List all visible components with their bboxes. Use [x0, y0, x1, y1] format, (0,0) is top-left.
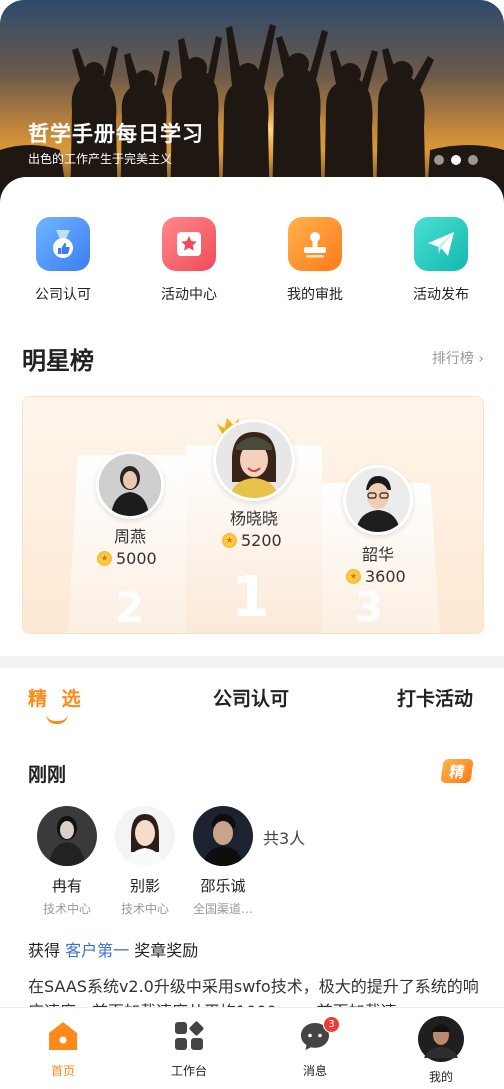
quick-entry-row: 公司认可 活动中心 我的审批 活动发布 — [0, 217, 504, 304]
award-medal-link[interactable]: 客户第一 — [65, 941, 129, 960]
paper-plane-icon — [414, 217, 468, 271]
rank-number: 2 — [115, 583, 145, 632]
awardee-name: 冉有 — [51, 877, 82, 895]
star-calendar-icon — [162, 217, 216, 271]
score-value: 5200 — [241, 531, 282, 550]
awardee[interactable]: 冉有 技术中心 — [28, 806, 106, 917]
ranker-name: 韶华 — [361, 545, 394, 564]
stamp-icon — [288, 217, 342, 271]
score-value: 3600 — [365, 567, 406, 586]
nav-workbench[interactable]: 工作台 — [126, 1008, 252, 1089]
awardee-department: 技术中心 — [120, 902, 169, 916]
quick-entry-activity-center[interactable]: 活动中心 — [126, 217, 252, 304]
avatar[interactable] — [343, 465, 413, 535]
user-avatar — [418, 1016, 464, 1066]
rank-number: 1 — [231, 565, 270, 630]
ranker-score: ★ 5000 — [97, 549, 157, 568]
avatar — [115, 806, 175, 866]
nav-label: 首页 — [50, 1064, 75, 1078]
award-suffix: 奖章奖励 — [134, 941, 199, 960]
nav-messages[interactable]: 3 消息 — [252, 1008, 378, 1089]
carousel-dot[interactable] — [468, 155, 478, 165]
nav-label: 我的 — [428, 1070, 453, 1084]
awardee-count: 共3人 — [263, 829, 306, 848]
workbench-grid-icon — [173, 1020, 205, 1056]
awardee[interactable]: 别影 技术中心 — [106, 806, 184, 917]
nav-label: 工作台 — [170, 1064, 207, 1078]
banner-subtitle: 出色的工作产生于完美主义 — [28, 152, 173, 166]
feed-timestamp: 刚刚 — [28, 764, 67, 786]
banner-title: 哲学手册每日学习 — [28, 122, 204, 146]
carousel-dot-active[interactable] — [451, 155, 461, 165]
rank-number: 3 — [355, 585, 383, 631]
coin-icon: ★ — [346, 569, 361, 584]
quick-entry-my-approval[interactable]: 我的审批 — [252, 217, 378, 304]
awardee-list: 冉有 技术中心 别影 技术中心 邵乐诚 全国渠道… — [28, 806, 262, 917]
carousel-dot[interactable] — [434, 155, 444, 165]
leaderboard-link[interactable]: 排行榜 › — [432, 348, 484, 368]
quick-entry-label: 公司认可 — [35, 287, 91, 303]
medal-thumbs-up-icon — [36, 217, 90, 271]
awardee-name: 别影 — [129, 877, 160, 895]
nav-profile[interactable]: 我的 — [378, 1008, 504, 1089]
coin-icon: ★ — [97, 551, 112, 566]
feed-tabs: 精 选 公司认可 打卡活动 — [0, 684, 504, 724]
star-board-title: 明星榜 — [22, 347, 94, 375]
tab-company-recognition[interactable]: 公司认可 — [213, 684, 289, 711]
awardee[interactable]: 邵乐诚 全国渠道… — [184, 806, 262, 917]
avatar[interactable] — [213, 419, 295, 501]
tab-checkin-activity[interactable]: 打卡活动 — [397, 684, 473, 711]
featured-badge: 精 — [440, 759, 474, 783]
awardee-name: 邵乐诚 — [200, 877, 246, 895]
ranker-score: ★ 5200 — [222, 531, 282, 550]
avatar — [193, 806, 253, 866]
quick-entry-label: 活动发布 — [413, 287, 469, 303]
home-icon — [47, 1020, 79, 1056]
award-prefix: 获得 — [28, 941, 61, 960]
carousel-dots — [434, 155, 478, 165]
nav-label: 消息 — [302, 1064, 327, 1078]
score-value: 5000 — [116, 549, 157, 568]
avatar[interactable] — [96, 451, 164, 519]
quick-entry-publish-activity[interactable]: 活动发布 — [378, 217, 504, 304]
coin-icon: ★ — [222, 533, 237, 548]
award-line: 获得 客户第一 奖章奖励 — [28, 937, 198, 961]
quick-entry-company-recognition[interactable]: 公司认可 — [0, 217, 126, 304]
ranker-name: 杨晓晓 — [229, 509, 278, 528]
unread-badge: 3 — [323, 1016, 340, 1033]
ranker-score: ★ 3600 — [346, 567, 406, 586]
ranker-name: 周燕 — [113, 527, 146, 546]
star-board-podium: 2 周燕 ★ 5000 1 杨晓晓 ★ 5200 3 韶华 ★ 3600 — [22, 396, 484, 634]
quick-entry-label: 我的审批 — [287, 287, 343, 303]
quick-entry-label: 活动中心 — [161, 287, 217, 303]
bottom-tab-bar: 首页 工作台 3 消息 我的 — [0, 1007, 504, 1089]
tab-featured[interactable]: 精 选 — [28, 684, 85, 711]
awardee-department: 技术中心 — [42, 902, 91, 916]
awardee-department: 全国渠道… — [192, 902, 253, 916]
nav-home[interactable]: 首页 — [0, 1008, 126, 1089]
section-divider — [0, 656, 504, 668]
avatar — [37, 806, 97, 866]
